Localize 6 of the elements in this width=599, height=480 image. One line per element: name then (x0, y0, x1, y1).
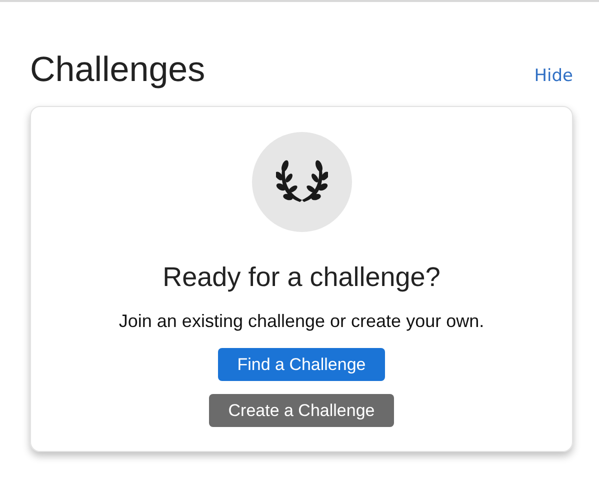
create-button[interactable]: Create a Challenge (209, 394, 394, 427)
find-button[interactable]: Find a Challenge (218, 348, 385, 381)
card-heading: Ready for a challenge? (162, 262, 440, 293)
hide-link[interactable]: Hide (534, 66, 573, 86)
card-description: Join an existing challenge or create your own. (118, 311, 484, 332)
section-title: Challenges (30, 49, 206, 91)
